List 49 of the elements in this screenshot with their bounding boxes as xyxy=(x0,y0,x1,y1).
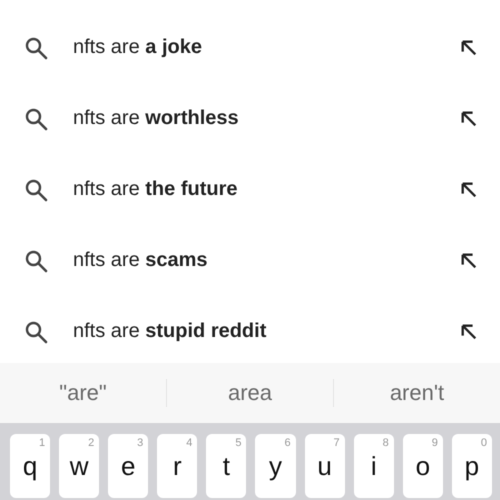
key-letter: o xyxy=(416,451,430,483)
search-icon xyxy=(24,36,48,60)
key-number: 1 xyxy=(38,437,46,449)
keyboard-key[interactable]: 7 u xyxy=(304,434,345,498)
suggestion-text: nfts are a joke xyxy=(73,36,203,59)
key-number: 0 xyxy=(480,437,487,449)
suggestion-text: nfts are stupid reddit xyxy=(73,320,268,343)
key-letter: q xyxy=(22,451,38,483)
suggestion-item[interactable]: nfts are scams xyxy=(0,225,500,296)
keyboard-key[interactable]: 6 y xyxy=(255,434,296,498)
key-number: 4 xyxy=(186,437,192,449)
keyboard-key[interactable]: 8 i xyxy=(354,434,394,498)
search-icon xyxy=(24,320,48,344)
arrow-icon[interactable] xyxy=(460,110,478,128)
key-letter: i xyxy=(370,451,377,483)
key-letter: y xyxy=(269,451,282,483)
key-letter: e xyxy=(121,451,136,483)
key-number: 8 xyxy=(382,437,389,449)
key-number: 7 xyxy=(334,437,340,449)
key-number: 5 xyxy=(235,437,242,449)
arrow-icon[interactable] xyxy=(460,322,478,340)
key-letter: w xyxy=(70,451,89,483)
keyboard-key[interactable]: 2 w xyxy=(59,434,100,498)
search-icon xyxy=(24,106,48,130)
key-number: 6 xyxy=(284,437,291,449)
keyboard-key[interactable]: 1 q xyxy=(10,434,50,498)
suggestion-text: nfts are worthless xyxy=(73,107,240,130)
key-number: 9 xyxy=(432,437,438,449)
arrow-icon[interactable] xyxy=(460,252,478,270)
keyboard-key[interactable]: 5 t xyxy=(206,434,246,498)
suggestion-item[interactable]: nfts are a joke xyxy=(0,12,500,83)
search-icon xyxy=(24,248,48,272)
key-letter: r xyxy=(172,451,182,483)
suggestion-text: nfts are scams xyxy=(73,249,209,272)
key-letter: p xyxy=(464,451,480,483)
suggestion-item[interactable]: nfts are the future xyxy=(0,154,500,225)
search-icon xyxy=(24,178,48,202)
key-letter: u xyxy=(317,451,332,483)
keyboard-key[interactable]: 4 r xyxy=(157,434,198,498)
keyboard-key[interactable]: 9 o xyxy=(402,434,443,498)
key-number: 2 xyxy=(88,437,94,449)
key-number: 3 xyxy=(137,437,144,449)
arrow-icon[interactable] xyxy=(460,38,478,56)
suggestion-item[interactable]: nfts are worthless xyxy=(0,83,500,154)
key-letter: t xyxy=(222,451,230,483)
arrow-icon[interactable] xyxy=(460,180,478,198)
keyboard-key[interactable]: 0 p xyxy=(452,434,492,498)
suggestion-text: nfts are the future xyxy=(73,178,238,201)
keyboard-key[interactable]: 3 e xyxy=(108,434,148,498)
